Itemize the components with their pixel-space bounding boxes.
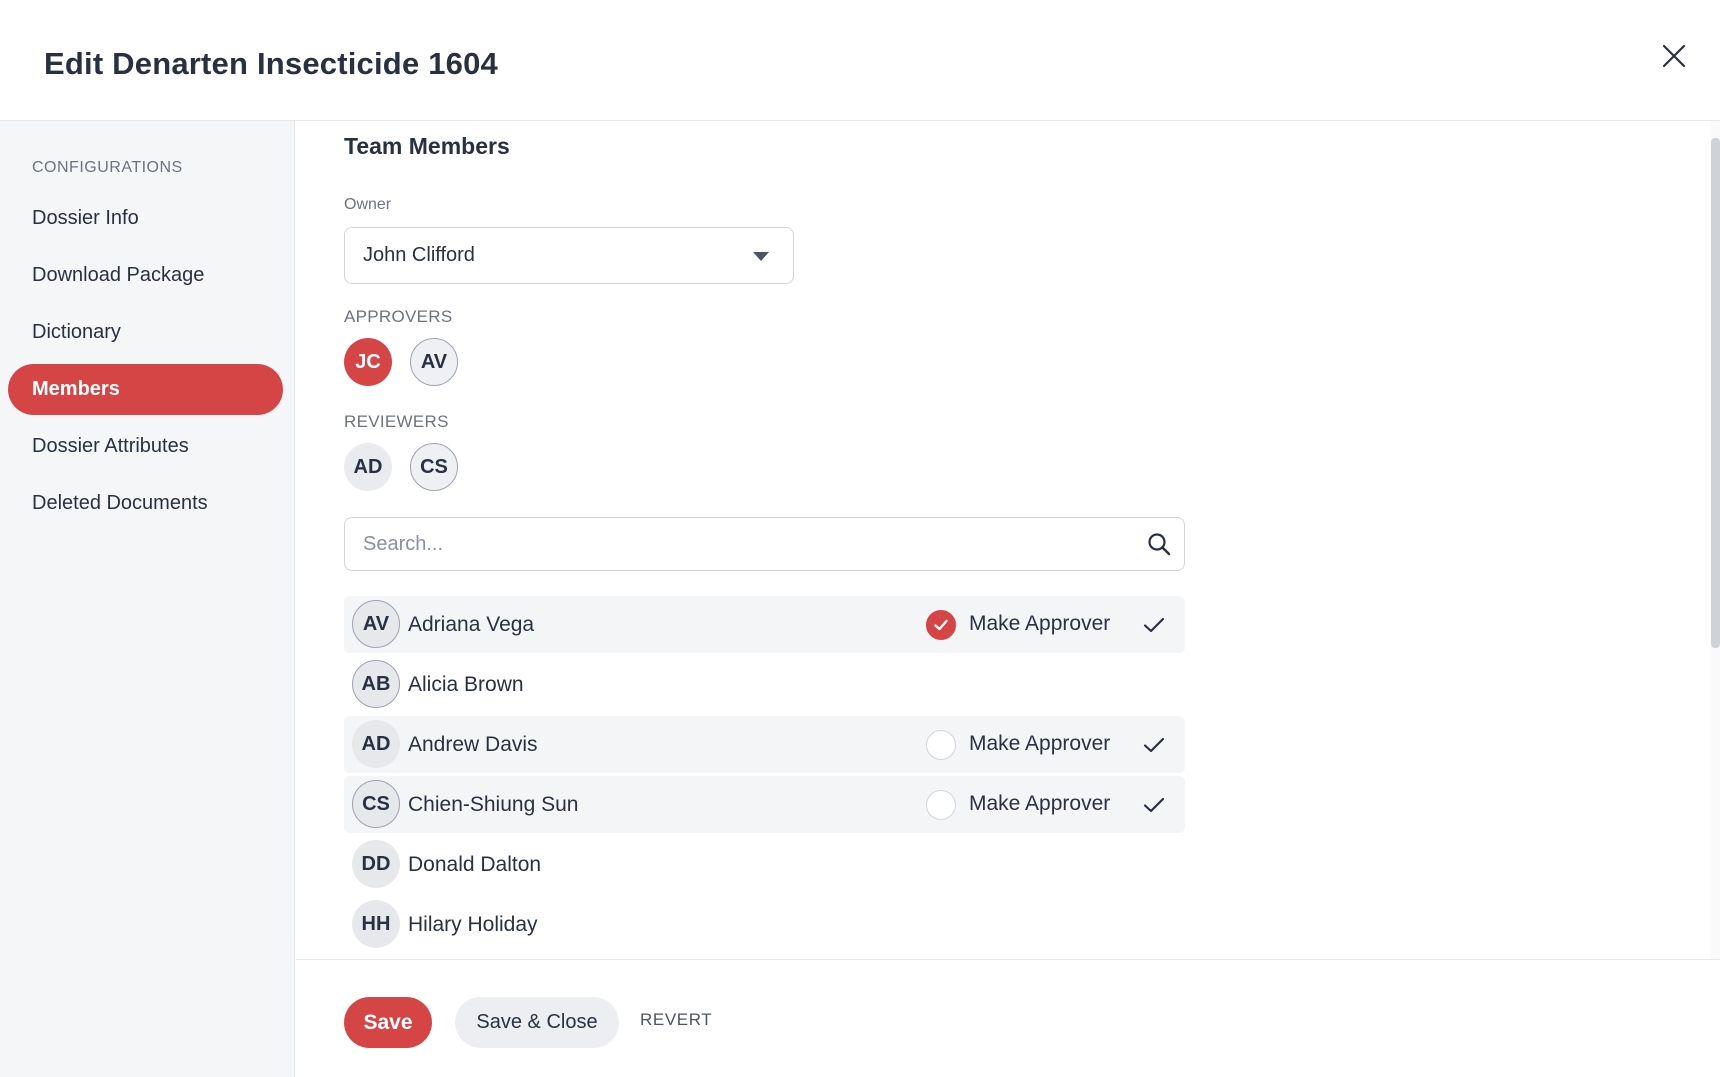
sidebar-item-dictionary[interactable]: Dictionary xyxy=(8,307,283,358)
save-and-close-button[interactable]: Save & Close xyxy=(455,997,619,1048)
make-approver-label: Make Approver xyxy=(969,792,1111,815)
member-name: Donald Dalton xyxy=(408,853,542,876)
avatar: DD xyxy=(352,840,400,888)
sidebar-item-download-package[interactable]: Download Package xyxy=(8,250,283,301)
selected-check-icon[interactable] xyxy=(1140,791,1168,819)
sidebar-section-title: CONFIGURATIONS xyxy=(32,159,183,176)
sidebar-item-deleted-documents[interactable]: Deleted Documents xyxy=(8,478,283,529)
avatar: CS xyxy=(352,780,400,828)
member-search xyxy=(344,517,1185,571)
make-approver-label: Make Approver xyxy=(969,612,1111,635)
approver-chip[interactable]: AV xyxy=(410,338,458,386)
member-row[interactable]: AD Andrew Davis Make Approver xyxy=(344,716,1185,773)
make-approver-checkbox[interactable] xyxy=(926,730,956,760)
selected-check-icon[interactable] xyxy=(1140,611,1168,639)
dialog-footer: Save Save & Close REVERT xyxy=(296,959,1720,1077)
dialog-title: Edit Denarten Insecticide 1604 xyxy=(44,46,498,81)
reviewer-chip[interactable]: CS xyxy=(410,443,458,491)
sidebar-item-dossier-info[interactable]: Dossier Info xyxy=(8,193,283,244)
make-approver-checkbox[interactable] xyxy=(926,790,956,820)
member-row[interactable]: DD Donald Dalton xyxy=(344,836,1185,893)
close-button[interactable] xyxy=(1652,34,1696,78)
avatar: AD xyxy=(352,720,400,768)
owner-select-value: John Clifford xyxy=(363,244,475,266)
close-icon[interactable] xyxy=(1661,43,1687,69)
avatar: AB xyxy=(352,660,400,708)
avatar: AV xyxy=(352,600,400,648)
sidebar-item-members[interactable]: Members xyxy=(8,364,283,415)
sidebar-item-dossier-attributes[interactable]: Dossier Attributes xyxy=(8,421,283,472)
approver-chip[interactable]: JC xyxy=(344,338,392,386)
reviewers-label: REVIEWERS xyxy=(344,412,449,431)
member-row[interactable]: AV Adriana Vega Make Approver xyxy=(344,596,1185,653)
member-name: Hilary Holiday xyxy=(408,913,538,936)
member-row[interactable]: AB Alicia Brown xyxy=(344,656,1185,713)
owner-label: Owner xyxy=(344,196,392,213)
make-approver-label: Make Approver xyxy=(969,732,1111,755)
owner-select[interactable]: John Clifford xyxy=(344,227,794,284)
save-button[interactable]: Save xyxy=(344,997,432,1048)
scrollbar-thumb[interactable] xyxy=(1711,138,1720,648)
member-row[interactable]: HH Hilary Holiday xyxy=(344,896,1185,953)
member-name: Adriana Vega xyxy=(408,613,535,636)
member-name: Andrew Davis xyxy=(408,733,538,756)
member-name: Alicia Brown xyxy=(408,673,524,696)
sidebar: CONFIGURATIONS Dossier Info Download Pac… xyxy=(0,121,295,1077)
section-heading: Team Members xyxy=(344,133,510,159)
search-icon[interactable] xyxy=(1146,531,1172,557)
reviewer-chip[interactable]: AD xyxy=(344,443,392,491)
search-input[interactable] xyxy=(345,518,1125,570)
checkmark-icon xyxy=(934,619,948,631)
member-name: Chien-Shiung Sun xyxy=(408,793,579,816)
revert-button[interactable]: REVERT xyxy=(640,1010,712,1030)
make-approver-checkbox[interactable] xyxy=(926,610,956,640)
chevron-down-icon xyxy=(753,252,769,261)
main-panel: Team Members Owner John Clifford APPROVE… xyxy=(296,121,1720,959)
avatar: HH xyxy=(352,900,400,948)
dialog-header: Edit Denarten Insecticide 1604 xyxy=(0,0,1720,121)
selected-check-icon[interactable] xyxy=(1140,731,1168,759)
approvers-label: APPROVERS xyxy=(344,307,453,326)
member-row[interactable]: CS Chien-Shiung Sun Make Approver xyxy=(344,776,1185,833)
